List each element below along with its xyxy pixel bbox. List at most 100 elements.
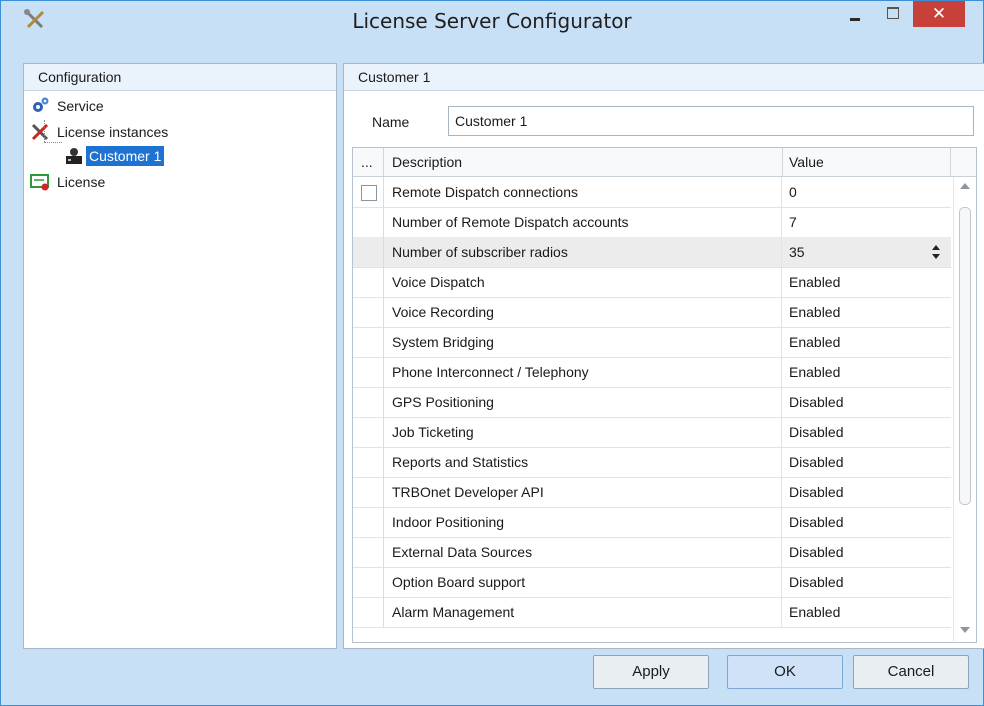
row-value[interactable]: Disabled — [783, 507, 951, 537]
tree-label: License instances — [57, 124, 169, 140]
row-selector[interactable] — [353, 387, 384, 417]
row-selector[interactable] — [353, 207, 384, 237]
table-row[interactable]: System Bridging Enabled — [353, 327, 951, 358]
row-value-text: Disabled — [789, 394, 844, 410]
row-description: System Bridging — [384, 327, 782, 357]
row-selector[interactable] — [353, 297, 384, 327]
maximize-button[interactable] — [879, 5, 907, 27]
row-value[interactable]: Enabled — [783, 267, 951, 297]
table-row[interactable]: Alarm Management Enabled — [353, 597, 951, 628]
column-header-select[interactable]: ... — [353, 148, 384, 176]
table-row[interactable]: Number of subscriber radios 35 — [353, 237, 951, 268]
row-value[interactable]: Enabled — [783, 357, 951, 387]
tree-item-license[interactable]: License — [30, 172, 270, 194]
table-row[interactable]: TRBOnet Developer API Disabled — [353, 477, 951, 508]
row-selector[interactable] — [353, 597, 384, 627]
minimize-button[interactable] — [841, 5, 869, 27]
tree-item-customer-1[interactable]: Customer 1 — [64, 146, 224, 168]
table-row[interactable]: Indoor Positioning Disabled — [353, 507, 951, 538]
row-value[interactable]: Disabled — [783, 477, 951, 507]
tree-item-service[interactable]: Service — [30, 96, 270, 118]
row-value-text: 35 — [789, 244, 805, 260]
row-selector[interactable] — [353, 567, 384, 597]
row-value-text: Enabled — [789, 274, 841, 290]
license-server-configurator-window: License Server Configurator ✕ Configurat… — [0, 0, 984, 706]
configuration-header: Configuration — [24, 64, 336, 91]
row-value[interactable]: 7 — [783, 207, 951, 237]
configuration-panel: Configuration Service License instances — [23, 63, 337, 649]
row-value[interactable]: Enabled — [783, 597, 951, 627]
row-selector[interactable] — [353, 327, 384, 357]
table-row[interactable]: Reports and Statistics Disabled — [353, 447, 951, 478]
row-selector[interactable] — [353, 177, 384, 207]
ok-button[interactable]: OK — [727, 655, 843, 689]
table-row[interactable]: Remote Dispatch connections 0 — [353, 177, 951, 208]
title-bar[interactable]: License Server Configurator ✕ — [1, 1, 983, 39]
scroll-up-icon[interactable] — [960, 183, 970, 189]
table-row[interactable]: Voice Recording Enabled — [353, 297, 951, 328]
row-value[interactable]: Disabled — [783, 537, 951, 567]
apply-button[interactable]: Apply — [593, 655, 709, 689]
row-description: Number of subscriber radios — [384, 237, 782, 267]
row-value-text: Enabled — [789, 604, 841, 620]
row-value-text: Disabled — [789, 514, 844, 530]
table-row[interactable]: GPS Positioning Disabled — [353, 387, 951, 418]
scroll-thumb[interactable] — [959, 207, 971, 505]
scroll-down-icon[interactable] — [960, 627, 970, 633]
close-button[interactable]: ✕ — [913, 1, 965, 27]
row-value[interactable]: Disabled — [783, 447, 951, 477]
column-header-description[interactable]: Description — [384, 148, 783, 176]
row-value[interactable]: Disabled — [783, 567, 951, 597]
value-spin-editor[interactable]: 35 — [783, 237, 951, 267]
row-value-text: Disabled — [789, 544, 844, 560]
row-description: Voice Recording — [384, 297, 782, 327]
table-row[interactable]: Job Ticketing Disabled — [353, 417, 951, 448]
window-title: License Server Configurator — [352, 9, 632, 33]
table-row[interactable]: Voice Dispatch Enabled — [353, 267, 951, 298]
table-row[interactable]: Number of Remote Dispatch accounts 7 — [353, 207, 951, 238]
tree-item-license-instances[interactable]: License instances — [30, 122, 270, 144]
table-row[interactable]: Phone Interconnect / Telephony Enabled — [353, 357, 951, 388]
row-selector[interactable] — [353, 417, 384, 447]
row-description: Job Ticketing — [384, 417, 782, 447]
row-description: GPS Positioning — [384, 387, 782, 417]
row-selector[interactable] — [353, 357, 384, 387]
license-options-grid: ... Description Value Remote Dispatch co… — [352, 147, 977, 643]
row-selector[interactable] — [353, 267, 384, 297]
row-description: Option Board support — [384, 567, 782, 597]
name-field[interactable]: Customer 1 — [448, 106, 974, 136]
row-selector[interactable] — [353, 507, 384, 537]
row-value-text: Disabled — [789, 424, 844, 440]
row-value-text: Disabled — [789, 454, 844, 470]
spin-arrows-icon[interactable] — [931, 243, 941, 261]
wrench-screwdriver-icon — [31, 123, 49, 141]
row-selector[interactable] — [353, 237, 384, 267]
row-value[interactable]: Disabled — [783, 417, 951, 447]
row-selector[interactable] — [353, 537, 384, 567]
cancel-button[interactable]: Cancel — [853, 655, 969, 689]
row-value-text: Enabled — [789, 364, 841, 380]
row-selector[interactable] — [353, 477, 384, 507]
close-icon: ✕ — [931, 4, 947, 24]
row-checkbox[interactable] — [361, 185, 377, 201]
row-description: TRBOnet Developer API — [384, 477, 782, 507]
row-value-text: 7 — [789, 214, 797, 230]
tree-label: License — [57, 174, 106, 190]
table-row[interactable]: External Data Sources Disabled — [353, 537, 951, 568]
row-description: Phone Interconnect / Telephony — [384, 357, 782, 387]
row-value[interactable]: Disabled — [783, 387, 951, 417]
row-value[interactable]: Enabled — [783, 327, 951, 357]
row-value-text: 0 — [789, 184, 797, 200]
row-value-text: Disabled — [789, 574, 844, 590]
row-value[interactable]: 0 — [783, 177, 951, 207]
row-value[interactable]: Enabled — [783, 297, 951, 327]
table-row[interactable]: Option Board support Disabled — [353, 567, 951, 598]
grid-scrollbar[interactable] — [953, 177, 976, 641]
row-selector[interactable] — [353, 447, 384, 477]
row-description: Reports and Statistics — [384, 447, 782, 477]
server-user-icon — [66, 148, 82, 164]
row-description: Number of Remote Dispatch accounts — [384, 207, 782, 237]
gears-icon — [33, 97, 49, 112]
row-description: External Data Sources — [384, 537, 782, 567]
column-header-value[interactable]: Value — [783, 148, 951, 176]
